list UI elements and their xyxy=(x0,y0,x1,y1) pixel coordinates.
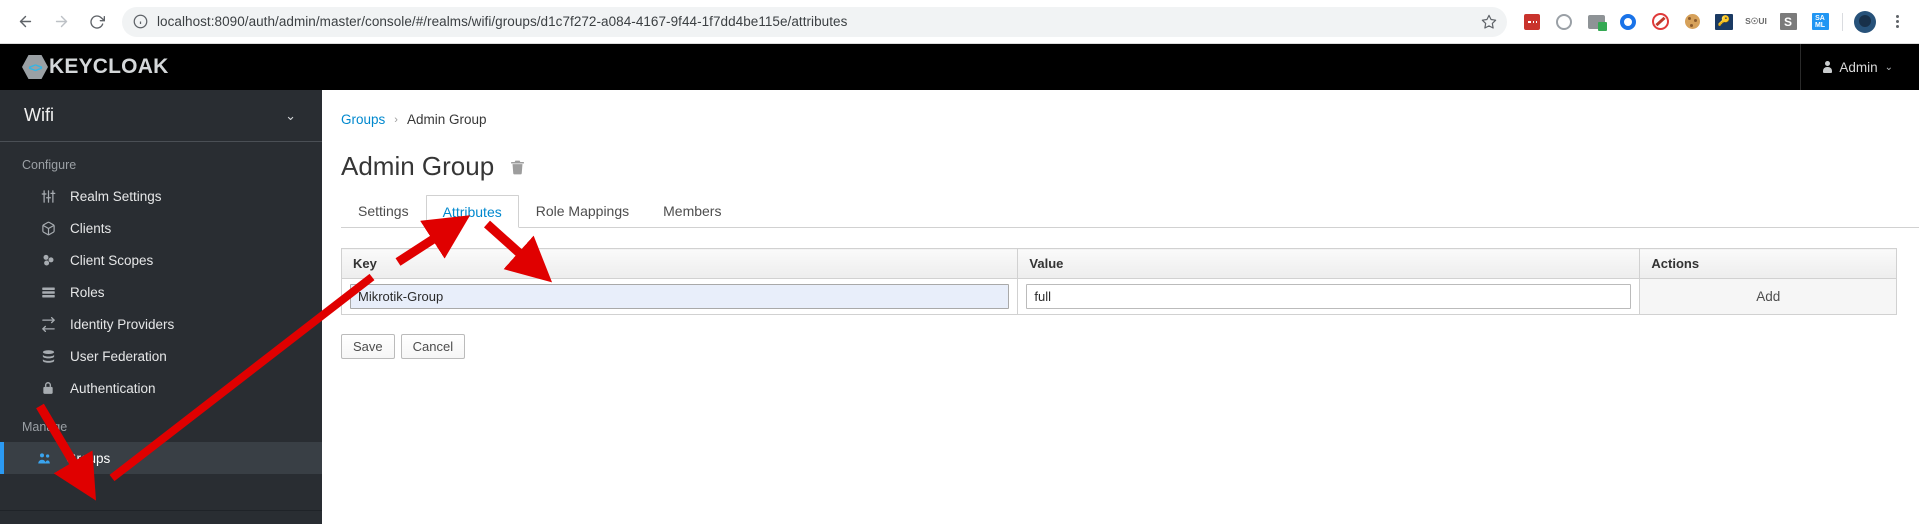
screenshot-root: localhost:8090/auth/admin/master/console… xyxy=(0,0,1919,524)
nav-section-manage: Manage Groups xyxy=(0,404,322,474)
key-input[interactable] xyxy=(350,284,1010,309)
users-icon xyxy=(36,450,52,466)
sidebar-item-label: Identity Providers xyxy=(70,316,175,332)
value-input[interactable] xyxy=(1026,284,1632,309)
sidebar-item-label: Roles xyxy=(70,284,105,300)
list-icon xyxy=(40,284,56,300)
sidebar-item-label: Authentication xyxy=(70,380,156,396)
app-body: Wifi ⌄ Configure Realm Settings Clients … xyxy=(0,90,1919,524)
saml-tracer-icon[interactable]: SA ML xyxy=(1806,8,1834,36)
print-friendly-icon[interactable] xyxy=(1582,8,1610,36)
realm-name-label: Wifi xyxy=(24,105,54,125)
browser-menu-icon[interactable] xyxy=(1883,8,1911,36)
blue-circle-extension-icon[interactable] xyxy=(1614,8,1642,36)
site-info-icon[interactable] xyxy=(133,14,148,29)
sidebar-footer xyxy=(0,510,322,524)
address-bar[interactable]: localhost:8090/auth/admin/master/console… xyxy=(122,6,1507,37)
sidebar-item-authentication[interactable]: Authentication xyxy=(0,372,322,404)
breadcrumb-separator-icon: › xyxy=(394,113,398,126)
user-name-label: Admin xyxy=(1839,59,1878,75)
realm-selector[interactable]: Wifi ⌄ xyxy=(0,90,322,142)
chevron-down-icon: ⌄ xyxy=(1884,61,1893,73)
breadcrumb-current: Admin Group xyxy=(406,112,487,127)
sidebar: Wifi ⌄ Configure Realm Settings Clients … xyxy=(0,90,322,524)
cancel-button[interactable]: Cancel xyxy=(400,334,466,359)
page-title-row: Admin Group xyxy=(341,151,1919,182)
profile-avatar[interactable] xyxy=(1851,8,1879,36)
exchange-icon xyxy=(40,316,56,332)
app-header: <> KEYCLOAK Admin ⌄ xyxy=(0,44,1919,90)
nav-section-title-manage: Manage xyxy=(22,420,68,434)
user-menu[interactable]: Admin ⌄ xyxy=(1800,44,1919,90)
sidebar-item-label: Realm Settings xyxy=(70,188,162,204)
tab-members[interactable]: Members xyxy=(646,194,738,227)
browser-extensions: 🔑 S☉UI S SA ML xyxy=(1516,8,1919,36)
table-header-row: Key Value Actions xyxy=(340,248,1897,279)
sidebar-item-label: Client Scopes xyxy=(70,252,154,268)
reload-button[interactable] xyxy=(80,5,114,39)
sidebar-item-clients[interactable]: Clients xyxy=(0,212,322,244)
cell-value xyxy=(1017,278,1641,315)
sidebar-item-label: Clients xyxy=(70,220,112,236)
forward-button[interactable] xyxy=(44,5,78,39)
sidebar-item-groups[interactable]: Groups xyxy=(0,442,322,474)
user-avatar-icon xyxy=(1823,61,1833,73)
ring-extension-icon[interactable] xyxy=(1550,8,1578,36)
browser-nav-buttons xyxy=(0,5,114,39)
form-actions: Save Cancel xyxy=(341,334,1919,359)
sidebar-item-user-federation[interactable]: User Federation xyxy=(0,340,322,372)
database-icon xyxy=(40,348,56,364)
sidebar-item-label: Groups xyxy=(66,450,111,466)
soap-ui-icon[interactable]: S☉UI xyxy=(1742,8,1770,36)
nav-section-configure: Configure Realm Settings Clients Client … xyxy=(0,142,322,404)
column-header-actions: Actions xyxy=(1639,248,1897,279)
save-button[interactable]: Save xyxy=(341,334,395,359)
sidebar-item-roles[interactable]: Roles xyxy=(0,276,322,308)
nav-section-title-configure: Configure xyxy=(22,158,77,172)
column-header-key: Key xyxy=(340,248,1019,279)
tab-bar: Settings Attributes Role Mappings Member… xyxy=(341,195,1919,228)
sidebar-item-label: User Federation xyxy=(70,348,167,364)
lock-icon xyxy=(40,380,56,396)
table-row: Add xyxy=(340,278,1897,315)
breadcrumb: Groups › Admin Group xyxy=(341,112,1919,127)
cell-key xyxy=(340,278,1019,315)
browser-toolbar: localhost:8090/auth/admin/master/console… xyxy=(0,0,1919,44)
tab-attributes[interactable]: Attributes xyxy=(425,195,519,228)
logo-mark-glyph: <> xyxy=(28,59,42,75)
cell-actions: Add xyxy=(1639,278,1897,315)
tab-role-mappings[interactable]: Role Mappings xyxy=(519,194,646,227)
page-title: Admin Group xyxy=(341,151,495,181)
back-button[interactable] xyxy=(8,5,42,39)
keystore-explorer-icon[interactable]: 🔑 xyxy=(1710,8,1738,36)
toolbar-divider xyxy=(1842,12,1843,31)
cookie-editor-icon[interactable] xyxy=(1678,8,1706,36)
sidebar-item-client-scopes[interactable]: Client Scopes xyxy=(0,244,322,276)
s-extension-icon[interactable]: S xyxy=(1774,8,1802,36)
keycloak-app: <> KEYCLOAK Admin ⌄ Wifi ⌄ Configure Rea… xyxy=(0,44,1919,524)
cube-icon xyxy=(40,220,56,236)
sliders-icon xyxy=(40,188,56,204)
trash-icon[interactable] xyxy=(509,158,526,176)
breadcrumb-link-groups[interactable]: Groups xyxy=(341,112,385,127)
sidebar-item-realm-settings[interactable]: Realm Settings xyxy=(0,180,322,212)
ublock-origin-icon[interactable] xyxy=(1518,8,1546,36)
scopes-icon xyxy=(40,252,56,268)
add-attribute-button[interactable]: Add xyxy=(1746,286,1790,307)
sidebar-item-identity-providers[interactable]: Identity Providers xyxy=(0,308,322,340)
red-block-extension-icon[interactable] xyxy=(1646,8,1674,36)
column-header-value: Value xyxy=(1017,248,1641,279)
chevron-down-icon: ⌄ xyxy=(285,107,296,123)
tab-settings[interactable]: Settings xyxy=(341,194,426,227)
keycloak-logo-text: KEYCLOAK xyxy=(49,55,169,78)
keycloak-logo[interactable]: <> KEYCLOAK xyxy=(0,55,168,79)
bookmark-star-icon[interactable] xyxy=(1481,14,1501,30)
url-text: localhost:8090/auth/admin/master/console… xyxy=(157,14,848,29)
attributes-table: Key Value Actions Mikrotik-Group full Ad… xyxy=(340,248,1897,315)
main-content: Groups › Admin Group Admin Group Setting… xyxy=(322,90,1919,524)
keycloak-logo-icon: <> xyxy=(22,55,48,79)
